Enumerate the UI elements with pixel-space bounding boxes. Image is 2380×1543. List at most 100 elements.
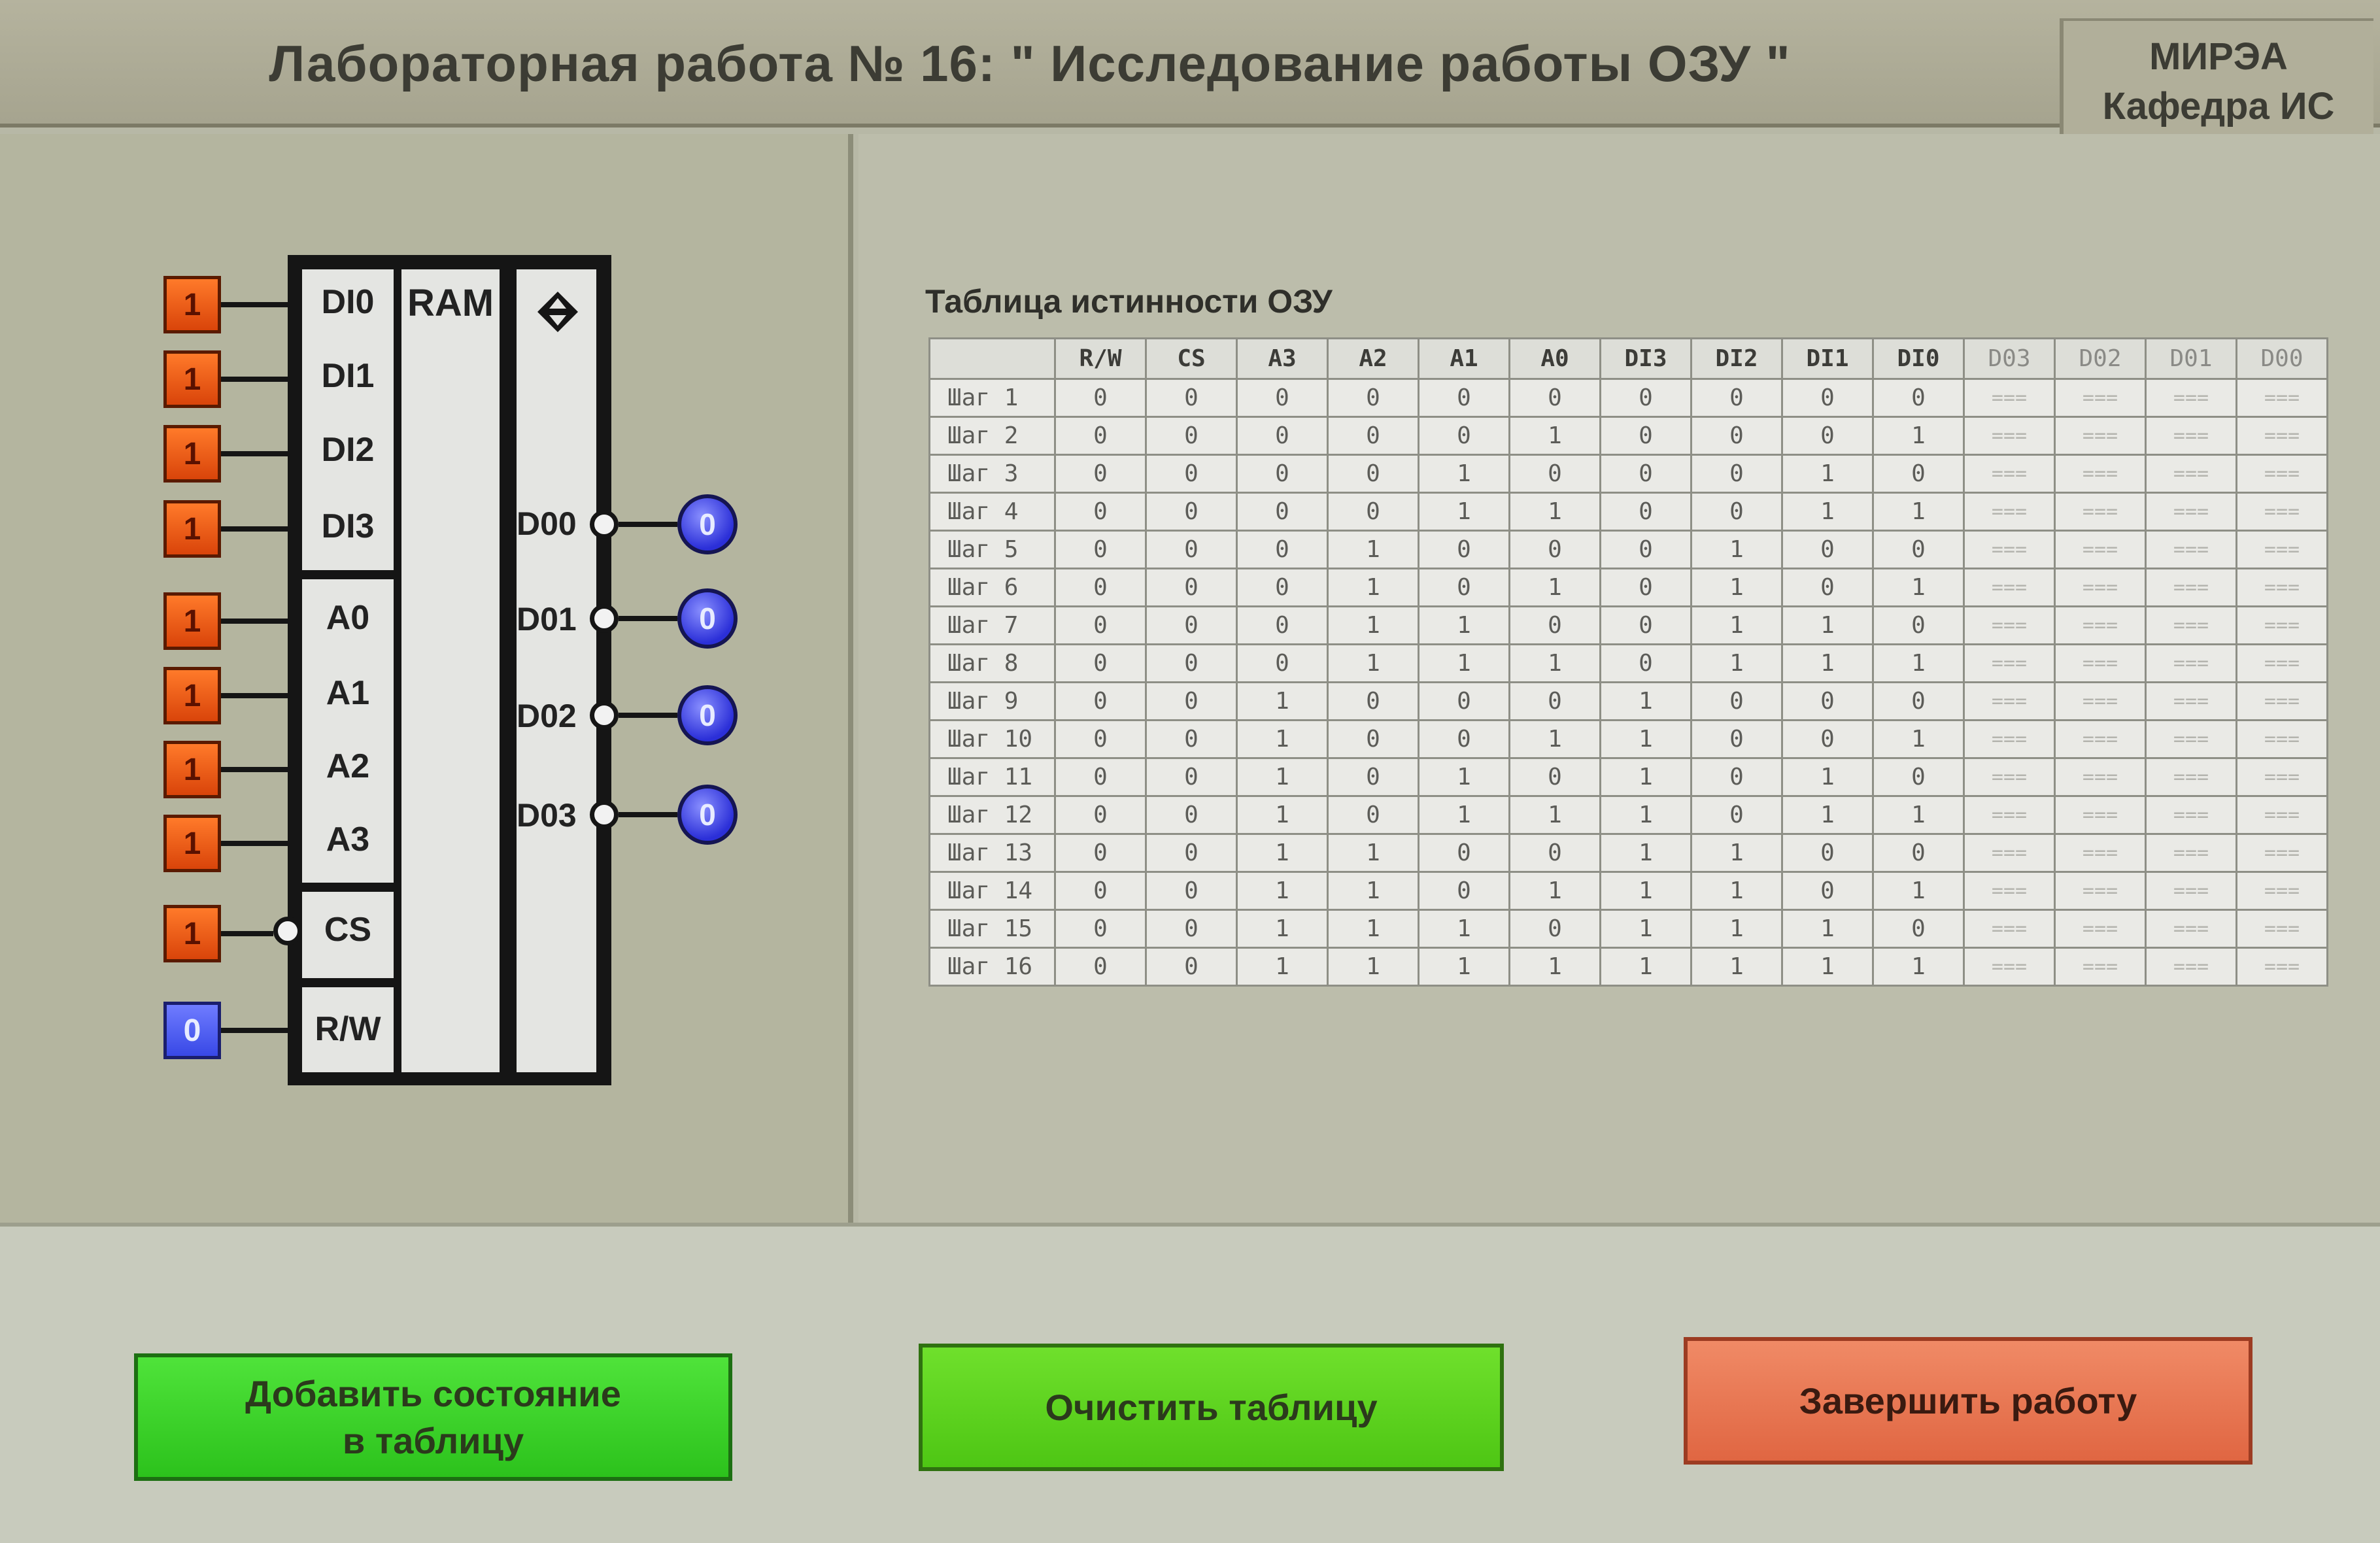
row-label: Шаг 16 <box>928 947 1056 987</box>
table-cell: 0 <box>1599 454 1692 494</box>
output-wire <box>619 812 677 817</box>
row-label: Шаг 6 <box>928 568 1056 607</box>
table-cell: === <box>1963 492 2056 532</box>
table-cell: 1 <box>1508 568 1601 607</box>
toggle-di2[interactable]: 1 <box>163 425 221 483</box>
table-cell: 1 <box>1418 795 1510 835</box>
column-header: D01 <box>2145 337 2237 380</box>
table-cell: 0 <box>1054 492 1147 532</box>
table-cell: 0 <box>1054 947 1147 987</box>
add-state-button[interactable]: Добавить состояние в таблицу <box>134 1353 732 1481</box>
table-cell: 0 <box>1508 681 1601 721</box>
table-cell: === <box>2236 416 2328 456</box>
table-cell: === <box>2145 795 2237 835</box>
table-cell: 1 <box>1327 605 1420 645</box>
input-wire <box>221 619 289 624</box>
table-cell: === <box>2054 605 2147 645</box>
table-cell: 0 <box>1236 454 1329 494</box>
table-cell: 1 <box>1690 947 1783 987</box>
table-cell: === <box>2054 757 2147 797</box>
diamond-arrows-icon <box>537 292 578 332</box>
table-cell: 0 <box>1418 378 1510 418</box>
toggle-cs[interactable]: 1 <box>163 905 221 962</box>
row-label: Шаг 8 <box>928 643 1056 683</box>
table-cell: 0 <box>1690 378 1783 418</box>
table-cell: 1 <box>1327 568 1420 607</box>
table-cell: 0 <box>1236 643 1329 683</box>
table-cell: === <box>2145 454 2237 494</box>
table-cell: 0 <box>1599 643 1692 683</box>
table-cell: 0 <box>1599 568 1692 607</box>
column-header: DI2 <box>1690 337 1783 380</box>
table-cell: 0 <box>1781 719 1874 759</box>
table-cell: 0 <box>1054 568 1147 607</box>
add-state-label-line2: в таблицу <box>342 1419 524 1461</box>
clear-table-button[interactable]: Очистить таблицу <box>919 1344 1504 1471</box>
toggle-di3[interactable]: 1 <box>163 500 221 558</box>
row-label: Шаг 12 <box>928 795 1056 835</box>
row-label: Шаг 3 <box>928 454 1056 494</box>
pin-label-d02: D02 <box>517 698 577 734</box>
table-cell: 0 <box>1145 454 1238 494</box>
truth-table: R/W CS A3 A2 A1 A0 DI3 DI2 DI1 DI0 D03 D02 D01 D00 Ша… <box>928 337 2328 987</box>
table-row: Шаг 16 0 0 1 1 1 1 1 1 1 1 === === === === <box>928 947 2328 987</box>
output-wire <box>619 616 677 621</box>
table-cell: === <box>1963 378 2056 418</box>
table-cell: 0 <box>1781 568 1874 607</box>
table-cell: === <box>1963 568 2056 607</box>
table-cell: 0 <box>1690 757 1783 797</box>
toggle-rw[interactable]: 0 <box>163 1002 221 1059</box>
table-cell: === <box>2145 909 2237 949</box>
table-cell: 0 <box>1145 871 1238 911</box>
table-cell: 0 <box>1872 681 1965 721</box>
table-cell: === <box>2145 492 2237 532</box>
chip-output-column <box>517 269 596 1072</box>
table-cell: 1 <box>1327 947 1420 987</box>
table-cell: 0 <box>1145 605 1238 645</box>
table-cell: 0 <box>1690 492 1783 532</box>
table-cell: 0 <box>1418 719 1510 759</box>
row-label: Шаг 9 <box>928 681 1056 721</box>
table-cell: === <box>2145 530 2237 569</box>
toggle-a2[interactable]: 1 <box>163 741 221 798</box>
table-cell: === <box>1963 454 2056 494</box>
table-cell: 0 <box>1236 530 1329 569</box>
led-d03: 0 <box>677 785 738 845</box>
row-label: Шаг 7 <box>928 605 1056 645</box>
table-cell: === <box>2236 947 2328 987</box>
table-cell: 1 <box>1599 833 1692 873</box>
toggle-di1[interactable]: 1 <box>163 350 221 408</box>
table-cell: === <box>2145 833 2237 873</box>
toggle-a3[interactable]: 1 <box>163 815 221 872</box>
table-cell: 1 <box>1599 871 1692 911</box>
pin-label-di0: DI0 <box>321 283 375 321</box>
row-label: Шаг 2 <box>928 416 1056 456</box>
column-header: R/W <box>1054 337 1147 380</box>
pin-label-a0: A0 <box>326 599 370 637</box>
toggle-a0[interactable]: 1 <box>163 592 221 650</box>
table-cell: === <box>1963 530 2056 569</box>
table-cell: 1 <box>1781 605 1874 645</box>
table-row: Шаг 15 0 0 1 1 1 0 1 1 1 0 === === === === <box>928 909 2328 949</box>
table-cell: 0 <box>1054 719 1147 759</box>
table-cell: === <box>2054 454 2147 494</box>
table-cell: === <box>2054 492 2147 532</box>
table-cell: 0 <box>1599 416 1692 456</box>
table-cell: 1 <box>1418 605 1510 645</box>
finish-work-button[interactable]: Завершить работу <box>1684 1337 2252 1465</box>
row-label: Шаг 11 <box>928 757 1056 797</box>
table-cell: 0 <box>1508 378 1601 418</box>
add-state-label-line1: Добавить состояние <box>245 1372 621 1414</box>
table-cell: === <box>2054 378 2147 418</box>
table-cell: 1 <box>1872 795 1965 835</box>
toggle-a1[interactable]: 1 <box>163 667 221 724</box>
table-row: Шаг 9 0 0 1 0 0 0 1 0 0 0 === === === === <box>928 681 2328 721</box>
table-cell: === <box>2054 909 2147 949</box>
pin-label-a3: A3 <box>326 821 370 858</box>
table-cell: 1 <box>1327 871 1420 911</box>
table-cell: === <box>2145 643 2237 683</box>
table-cell: 0 <box>1690 719 1783 759</box>
toggle-di0[interactable]: 1 <box>163 276 221 333</box>
table-cell: 0 <box>1054 871 1147 911</box>
chip-divider <box>302 570 394 579</box>
